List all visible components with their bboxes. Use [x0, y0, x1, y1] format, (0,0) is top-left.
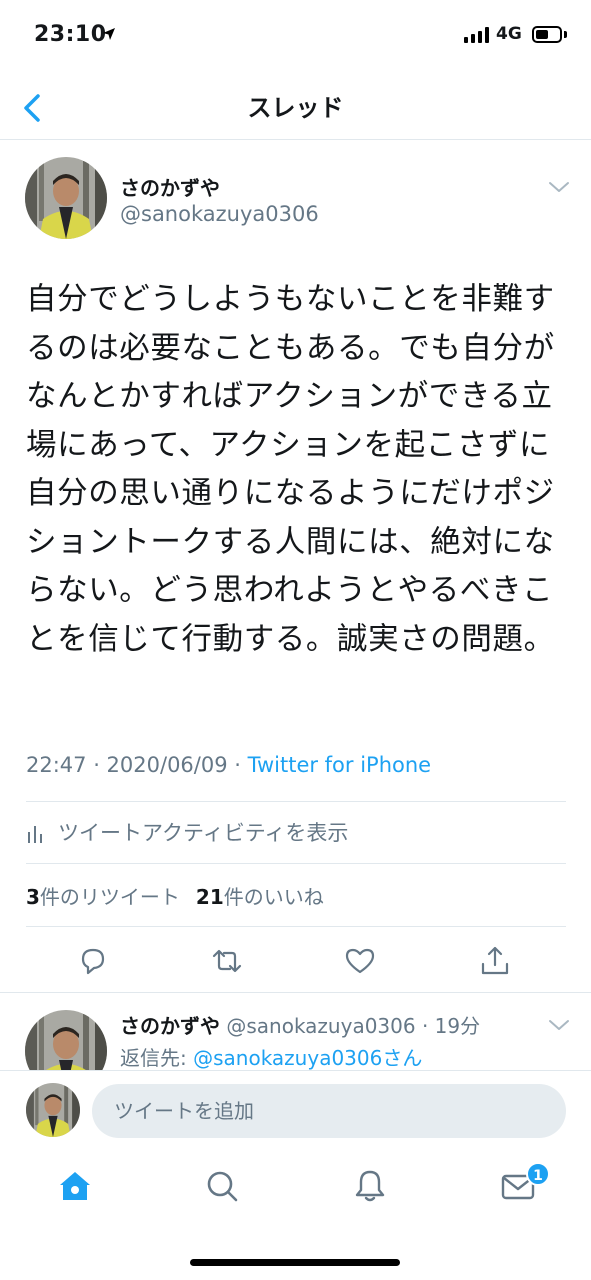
- tweet-text: 自分でどうしようもないことを非難するのは必要なこともある。でも自分がなんとかすれ…: [26, 282, 555, 657]
- page-title: スレッド: [247, 94, 344, 122]
- battery-icon: [532, 26, 562, 43]
- reply-header: さのかずや @sanokazuya0306 · 19分: [120, 1010, 480, 1039]
- tweet-action-bar: [0, 930, 591, 992]
- reply-to-link[interactable]: @sanokazuya0306さん: [193, 1046, 422, 1070]
- likes-stat[interactable]: 21件のいいね: [196, 881, 324, 910]
- tweet-options-chevron-icon[interactable]: [548, 180, 570, 194]
- author-display-name[interactable]: さのかずや: [120, 172, 220, 201]
- retweet-icon[interactable]: [210, 944, 244, 978]
- retweets-count: 3: [26, 884, 40, 909]
- location-arrow-icon: [103, 28, 115, 40]
- nav-header: スレッド: [0, 74, 591, 140]
- reply-author-name[interactable]: さのかずや: [120, 1014, 220, 1038]
- tweet-stats: 3件のリツイート 21件のいいね: [26, 864, 566, 926]
- reply-icon[interactable]: [76, 944, 110, 978]
- network-type: 4G: [496, 24, 522, 44]
- tweet-source-link[interactable]: Twitter for iPhone: [248, 753, 432, 777]
- thread-divider: [0, 992, 591, 993]
- notifications-bell-icon[interactable]: [350, 1166, 390, 1206]
- compose-bar: [0, 1070, 591, 1150]
- status-time: 23:10: [34, 22, 107, 47]
- reply-to-line: 返信先: @sanokazuya0306さん: [120, 1042, 422, 1071]
- tweet-timestamp: 22:47 · 2020/06/09 ·: [26, 753, 248, 777]
- reply-to-prefix: 返信先:: [120, 1046, 194, 1070]
- retweets-stat[interactable]: 3件のリツイート: [26, 881, 180, 910]
- tab-bar: [0, 1150, 591, 1230]
- status-bar: 23:10 4G: [0, 0, 591, 74]
- home-indicator[interactable]: [190, 1259, 400, 1266]
- likes-label: 件のいいね: [223, 884, 324, 909]
- retweets-label: 件のリツイート: [39, 884, 180, 909]
- battery-cap: [564, 31, 567, 38]
- share-icon[interactable]: [478, 944, 512, 978]
- cellular-signal-icon: [464, 27, 489, 43]
- author-handle[interactable]: @sanokazuya0306: [120, 202, 319, 226]
- likes-count: 21: [195, 884, 224, 909]
- analytics-bars-icon: [28, 826, 42, 843]
- add-tweet-input[interactable]: [92, 1084, 566, 1138]
- activity-label: ツイートアクティビティを表示: [58, 821, 349, 845]
- current-user-avatar: [26, 1083, 80, 1137]
- reply-options-chevron-icon[interactable]: [548, 1018, 570, 1032]
- search-icon[interactable]: [202, 1166, 242, 1206]
- author-avatar[interactable]: [25, 157, 107, 239]
- divider: [26, 926, 566, 927]
- tweet-meta: 22:47 · 2020/06/09 · Twitter for iPhone: [26, 753, 431, 777]
- tweet-activity-button[interactable]: ツイートアクティビティを表示: [26, 802, 566, 862]
- reply-author-handle-time: @sanokazuya0306 · 19分: [226, 1014, 481, 1038]
- messages-badge: 1: [526, 1162, 550, 1186]
- home-icon[interactable]: [55, 1166, 95, 1206]
- like-heart-icon[interactable]: [343, 944, 377, 978]
